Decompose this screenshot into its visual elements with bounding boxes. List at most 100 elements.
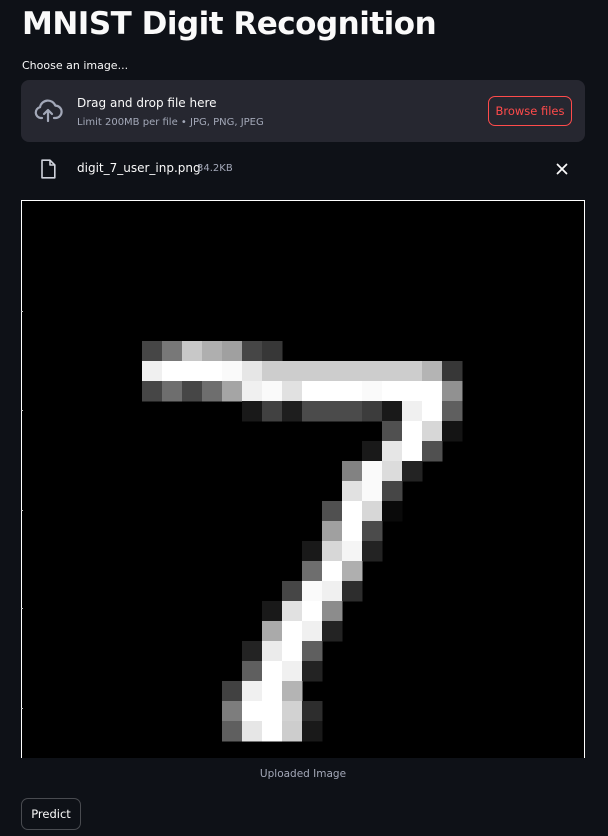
digit-pixel <box>382 421 403 442</box>
digit-pixel <box>162 341 183 362</box>
digit-pixel <box>162 361 183 382</box>
digit-pixel <box>362 441 383 462</box>
uploader-label: Choose an image... <box>22 59 129 72</box>
digit-pixel <box>322 601 343 622</box>
digit-pixel <box>442 361 463 382</box>
page-title: MNIST Digit Recognition <box>22 6 437 42</box>
digit-pixel <box>142 361 163 382</box>
digit-pixel <box>162 381 183 402</box>
digit-pixel <box>262 641 283 662</box>
digit-pixel <box>302 361 323 382</box>
digit-pixel <box>362 381 383 402</box>
digit-pixel <box>202 341 223 362</box>
digit-pixel <box>442 401 463 422</box>
digit-pixel <box>402 381 423 402</box>
file-name: digit_7_user_inp.png <box>77 161 201 175</box>
dropzone-limit-text: Limit 200MB per file • JPG, PNG, JPEG <box>77 117 264 128</box>
digit-pixel <box>282 361 303 382</box>
digit-pixel <box>202 381 223 402</box>
digit-pixel <box>322 501 343 522</box>
digit-pixel <box>322 541 343 562</box>
digit-pixel <box>142 381 163 402</box>
digit-pixel <box>242 401 263 422</box>
digit-pixel <box>382 401 403 422</box>
digit-pixel <box>402 461 423 482</box>
digit-pixel <box>402 401 423 422</box>
digit-pixel <box>222 361 243 382</box>
digit-pixel <box>322 381 343 402</box>
digit-pixel <box>262 401 283 422</box>
digit-pixel <box>342 401 363 422</box>
digit-pixel <box>302 661 323 682</box>
dropzone-title: Drag and drop file here <box>77 96 217 110</box>
digit-pixel <box>342 541 363 562</box>
digit-pixel <box>362 461 383 482</box>
digit-pixel <box>262 621 283 642</box>
digit-pixel <box>262 681 283 702</box>
digit-pixel <box>322 521 343 542</box>
digit-image-pixels <box>142 341 463 742</box>
uploaded-file-row: digit_7_user_inp.png 34.2KB <box>21 154 585 184</box>
digit-pixel <box>342 581 363 602</box>
digit-pixel <box>182 361 203 382</box>
digit-pixel <box>322 581 343 602</box>
digit-pixel <box>342 361 363 382</box>
digit-pixel <box>382 361 403 382</box>
digit-pixel <box>262 381 283 402</box>
uploaded-image <box>21 200 585 758</box>
digit-pixel <box>262 341 283 362</box>
digit-pixel <box>242 361 263 382</box>
file-dropzone[interactable]: Drag and drop file here Limit 200MB per … <box>21 80 585 142</box>
digit-pixel <box>322 621 343 642</box>
digit-pixel <box>182 381 203 402</box>
digit-pixel <box>302 621 323 642</box>
digit-pixel <box>422 361 443 382</box>
digit-pixel <box>302 541 323 562</box>
digit-pixel <box>302 561 323 582</box>
digit-pixel <box>422 401 443 422</box>
digit-pixel <box>282 661 303 682</box>
digit-pixel <box>242 341 263 362</box>
digit-pixel <box>242 661 263 682</box>
digit-pixel <box>322 561 343 582</box>
digit-pixel <box>382 441 403 462</box>
digit-pixel <box>322 401 343 422</box>
digit-pixel <box>282 621 303 642</box>
digit-pixel <box>302 581 323 602</box>
digit-pixel <box>362 401 383 422</box>
digit-pixel <box>382 481 403 502</box>
digit-pixel <box>282 721 303 742</box>
digit-pixel <box>342 461 363 482</box>
digit-pixel <box>302 641 323 662</box>
digit-pixel <box>422 421 443 442</box>
file-size: 34.2KB <box>197 163 233 174</box>
digit-pixel <box>342 381 363 402</box>
browse-files-button[interactable]: Browse files <box>488 96 572 126</box>
digit-pixel <box>262 361 283 382</box>
digit-pixel <box>342 481 363 502</box>
digit-pixel <box>262 601 283 622</box>
predict-button[interactable]: Predict <box>21 798 81 830</box>
cloud-upload-icon <box>34 99 63 123</box>
digit-pixel <box>382 461 403 482</box>
digit-pixel <box>262 661 283 682</box>
digit-pixel <box>282 641 303 662</box>
digit-pixel <box>302 381 323 402</box>
digit-pixel <box>262 721 283 742</box>
digit-pixel <box>362 521 383 542</box>
file-icon <box>41 159 56 179</box>
digit-pixel <box>222 701 243 722</box>
digit-pixel <box>422 381 443 402</box>
digit-pixel <box>442 381 463 402</box>
digit-pixel <box>302 721 323 742</box>
digit-pixel <box>222 381 243 402</box>
digit-pixel <box>362 501 383 522</box>
digit-pixel <box>402 441 423 462</box>
digit-pixel <box>402 421 423 442</box>
digit-pixel <box>282 681 303 702</box>
digit-pixel <box>282 381 303 402</box>
digit-pixel <box>222 681 243 702</box>
digit-pixel <box>342 561 363 582</box>
digit-pixel <box>302 401 323 422</box>
close-icon[interactable] <box>554 161 570 177</box>
